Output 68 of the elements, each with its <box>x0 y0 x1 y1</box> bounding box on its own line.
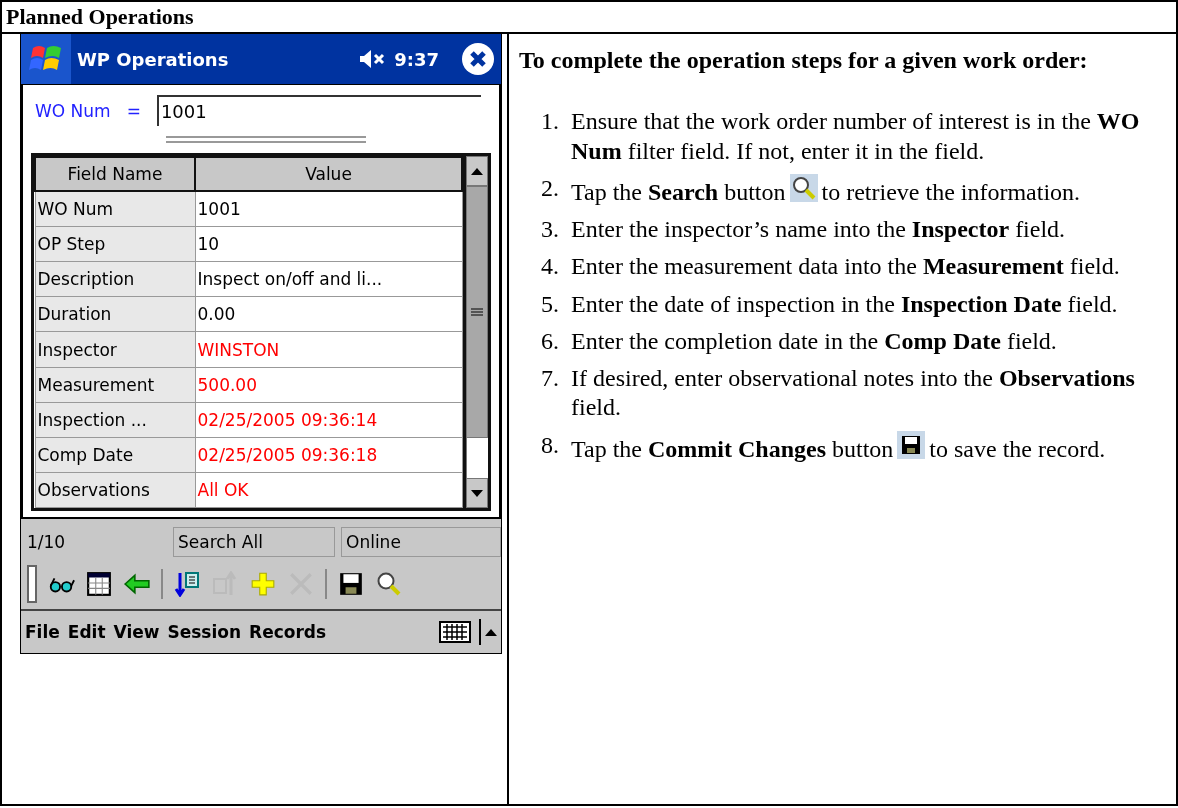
step-text: If desired, enter observational notes into the Observations field. <box>571 364 1136 423</box>
table-icon[interactable] <box>85 571 113 597</box>
field-name-cell: Observations <box>35 472 195 508</box>
value-cell[interactable]: All OK <box>195 472 462 508</box>
close-icon[interactable] <box>461 42 495 76</box>
value-cell[interactable]: 02/25/2005 09:36:18 <box>195 437 462 473</box>
step-text: Tap the Commit Changes button to save the record. <box>571 430 1106 464</box>
instructions-intro: To complete the operation steps for a given work order: <box>519 46 1089 75</box>
menu-item[interactable]: Records <box>249 622 327 642</box>
connection-status-field: Online <box>341 527 501 557</box>
filter-label: WO Num <box>35 100 111 121</box>
section-heading: Planned Operations <box>5 3 195 31</box>
splitter-handle[interactable] <box>166 136 366 143</box>
search-icon[interactable] <box>375 571 403 597</box>
value-cell[interactable]: 0.00 <box>195 296 462 332</box>
field-name-cell: Inspection ... <box>35 402 195 438</box>
step-number: 3. <box>540 215 560 245</box>
column-header[interactable]: Field Name <box>35 157 195 192</box>
operator: = <box>126 100 141 121</box>
start-button[interactable] <box>21 34 71 84</box>
step-text: Enter the completion date in the Comp Date field. <box>571 326 1057 356</box>
value-cell[interactable]: Inspect on/off and li... <box>195 261 462 297</box>
search-mode-field: Search All <box>173 527 335 557</box>
value-cell[interactable]: 1001 <box>195 191 462 227</box>
menu-item[interactable]: Session <box>167 622 242 642</box>
up-caret-icon[interactable] <box>485 628 497 636</box>
toolbar-grip[interactable] <box>27 565 37 603</box>
step-number: 2. <box>540 173 560 203</box>
step-text: Tap the Search button to retrieve the information. <box>571 173 1081 208</box>
grip-icon[interactable] <box>471 308 483 316</box>
field-name-cell: Inspector <box>35 331 195 368</box>
left-arrow-icon[interactable] <box>123 571 151 597</box>
value-cell[interactable]: 02/25/2005 09:36:14 <box>195 402 462 438</box>
step-text: Enter the date of inspection in the Inspection Date field. <box>571 289 1118 319</box>
value-cell[interactable]: 500.00 <box>195 367 462 403</box>
search-icon <box>789 173 818 202</box>
record-counter: 1/10 <box>27 532 67 552</box>
save-icon[interactable] <box>337 571 365 597</box>
step-number: 7. <box>540 364 560 394</box>
step-text: Ensure that the work order number of interest is in the WO Num filter field. If not, enter it in the field. <box>571 107 1141 166</box>
step-text: Enter the measurement data into the Measurement field. <box>571 252 1120 282</box>
keyboard-icon[interactable] <box>439 621 471 643</box>
field-name-cell: Comp Date <box>35 437 195 473</box>
field-name-cell: WO Num <box>35 191 195 227</box>
filter-input[interactable]: 1001 <box>156 95 481 126</box>
value-cell[interactable]: WINSTON <box>195 331 462 368</box>
window-title: WP Operations <box>76 48 230 70</box>
step-number: 1. <box>540 107 560 137</box>
menu-item[interactable]: View <box>113 622 160 642</box>
step-text: Enter the inspector’s name into the Inspector field. <box>571 215 1066 245</box>
scrollbar[interactable] <box>463 156 488 508</box>
column-header[interactable]: Value <box>195 157 462 192</box>
field-name-cell: Measurement <box>35 367 195 403</box>
menu-item[interactable]: Edit <box>67 622 106 642</box>
down-arrow-list-icon[interactable] <box>173 571 201 597</box>
field-name-cell: Duration <box>35 296 195 332</box>
menu-item[interactable]: File <box>25 622 60 642</box>
down-arrow-icon[interactable] <box>471 489 483 497</box>
step-number: 4. <box>540 252 560 282</box>
field-name-cell: Description <box>35 261 195 297</box>
step-number: 6. <box>540 326 560 356</box>
value-cell[interactable]: 10 <box>195 226 462 262</box>
step-number: 8. <box>540 430 560 460</box>
save-icon <box>897 430 926 459</box>
up-arrow-icon[interactable] <box>471 167 483 175</box>
step-number: 5. <box>540 289 560 319</box>
field-name-cell: OP Step <box>35 226 195 262</box>
clock[interactable]: 9:37 <box>394 48 439 70</box>
